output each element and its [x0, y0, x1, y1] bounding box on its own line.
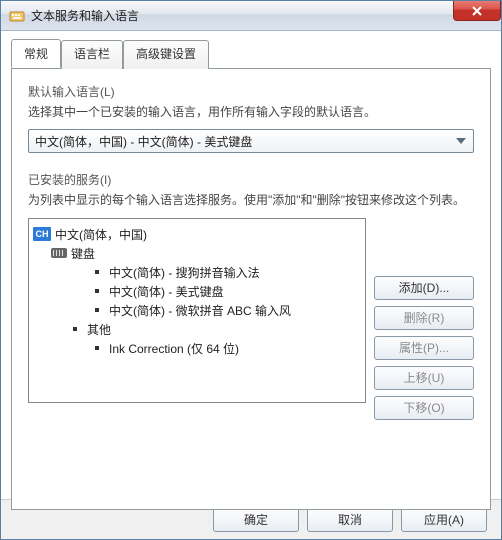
bullet-icon [73, 327, 77, 331]
titlebar: 文本服务和输入语言 [1, 1, 501, 31]
tree-other-item-label: Ink Correction (仅 64 位) [109, 340, 239, 357]
cancel-button[interactable]: 取消 [307, 508, 393, 532]
default-language-selected: 中文(简体，中国) - 中文(简体) - 美式键盘 [35, 133, 252, 150]
bullet-icon [95, 308, 99, 312]
window-title: 文本服务和输入语言 [31, 7, 139, 24]
bullet-icon [95, 289, 99, 293]
installed-services-desc: 为列表中显示的每个输入语言选择服务。使用"添加"和"删除"按钮来修改这个列表。 [28, 192, 474, 209]
tab-langbar[interactable]: 语言栏 [61, 40, 123, 69]
tree-other-label: 其他 [87, 321, 111, 338]
bullet-icon [95, 270, 99, 274]
tree-kbd-item[interactable]: 中文(简体) - 微软拼音 ABC 输入风 [33, 301, 361, 320]
language-badge-icon: CH [33, 227, 51, 241]
tree-keyboard-group[interactable]: 键盘 [33, 244, 361, 263]
default-language-dropdown[interactable]: 中文(简体，中国) - 中文(简体) - 美式键盘 [28, 129, 474, 153]
remove-button[interactable]: 删除(R) [374, 306, 474, 330]
move-down-button[interactable]: 下移(O) [374, 396, 474, 420]
services-tree[interactable]: CH 中文(简体，中国) 键盘 中文(简体) - 搜狗拼音输入法 [28, 218, 366, 403]
tree-language-row[interactable]: CH 中文(简体，中国) [33, 225, 361, 244]
tree-kbd-item-label: 中文(简体) - 美式键盘 [109, 283, 224, 300]
keyboard-icon [51, 248, 67, 258]
tree-other-item[interactable]: Ink Correction (仅 64 位) [33, 339, 361, 358]
tab-panel-general: 默认输入语言(L) 选择其中一个已安装的输入语言，用作所有输入字段的默认语言。 … [11, 68, 491, 510]
close-icon [472, 6, 482, 16]
app-icon [9, 8, 25, 24]
tree-kbd-item[interactable]: 中文(简体) - 搜狗拼音输入法 [33, 263, 361, 282]
tree-kbd-item[interactable]: 中文(简体) - 美式键盘 [33, 282, 361, 301]
tree-kbd-item-label: 中文(简体) - 微软拼音 ABC 输入风 [109, 302, 291, 319]
tab-general[interactable]: 常规 [11, 39, 61, 68]
tab-advanced-keys[interactable]: 高级键设置 [123, 40, 209, 69]
tree-other-group[interactable]: 其他 [33, 320, 361, 339]
tree-kbd-item-label: 中文(简体) - 搜狗拼音输入法 [109, 264, 260, 281]
services-button-column: 添加(D)... 删除(R) 属性(P)... 上移(U) 下移(O) [374, 218, 474, 420]
default-language-desc: 选择其中一个已安装的输入语言，用作所有输入字段的默认语言。 [28, 104, 474, 121]
properties-button[interactable]: 属性(P)... [374, 336, 474, 360]
dialog-window: 文本服务和输入语言 常规 语言栏 高级键设置 默认输入语言(L) 选择其中一个已… [0, 0, 502, 540]
default-language-heading: 默认输入语言(L) [28, 83, 474, 100]
tree-keyboard-label: 键盘 [71, 245, 95, 262]
tree-language-label: 中文(简体，中国) [55, 226, 147, 243]
tabstrip: 常规 语言栏 高级键设置 [11, 39, 491, 68]
move-up-button[interactable]: 上移(U) [374, 366, 474, 390]
installed-services-heading: 已安装的服务(I) [28, 171, 474, 188]
client-area: 常规 语言栏 高级键设置 默认输入语言(L) 选择其中一个已安装的输入语言，用作… [1, 31, 501, 539]
chevron-down-icon [453, 133, 469, 149]
bullet-icon [95, 346, 99, 350]
add-button[interactable]: 添加(D)... [374, 276, 474, 300]
apply-button[interactable]: 应用(A) [401, 508, 487, 532]
ok-button[interactable]: 确定 [213, 508, 299, 532]
close-button[interactable] [453, 1, 501, 21]
